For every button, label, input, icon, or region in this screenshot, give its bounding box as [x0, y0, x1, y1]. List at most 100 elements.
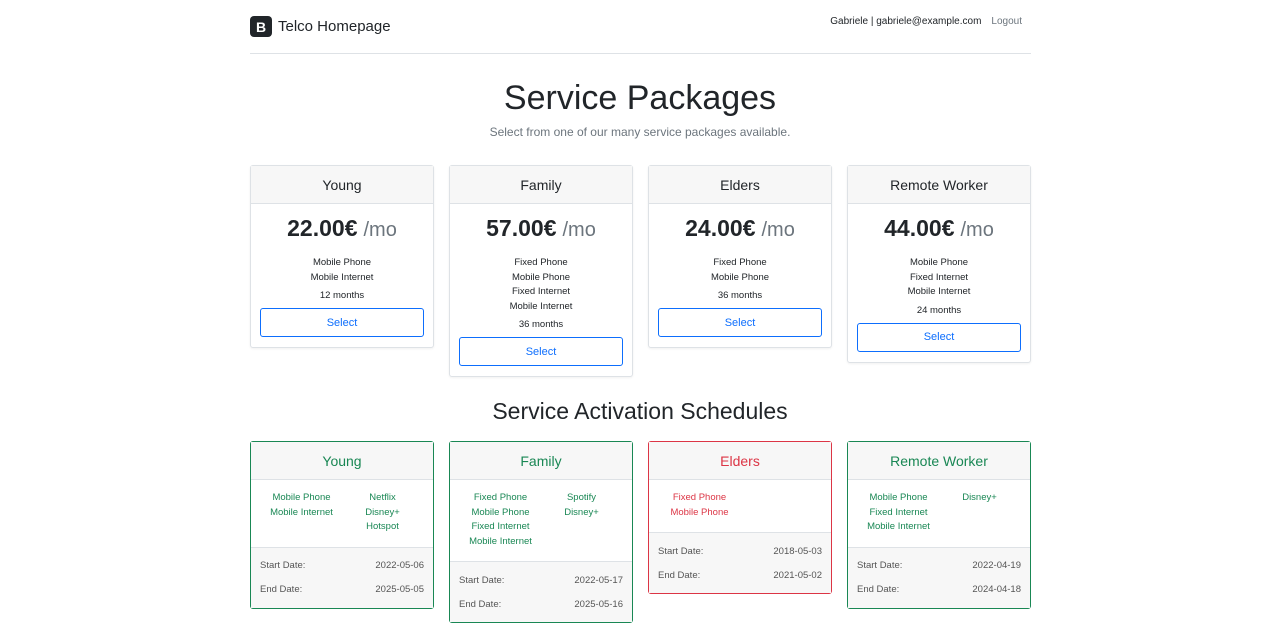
end-date-label: End Date: [658, 569, 701, 581]
schedule-dates: Start Date: 2022-04-19 End Date: 2024-04-1… [848, 546, 1030, 608]
page-subtitle: Select from one of our many service pack… [489, 125, 791, 139]
package-duration: 36 months [717, 290, 763, 302]
service-item: Fixed Phone [473, 492, 528, 503]
select-button[interactable]: Select [857, 322, 1021, 352]
package-services: Fixed Phone Mobile Phone [658, 256, 822, 285]
addon-item: Netflix [369, 492, 396, 503]
schedule-services: Fixed Phone Mobile Phone Fixed Internet … [460, 491, 541, 549]
start-date-label: Start Date: [658, 545, 704, 557]
service-item: Fixed Internet [511, 286, 571, 298]
start-date-value: 2018-05-03 [773, 545, 822, 557]
schedule-name: Family [450, 442, 632, 480]
price-period: /mo [761, 219, 795, 241]
service-item: Fixed Phone [713, 257, 767, 268]
service-item: Mobile Phone [312, 257, 372, 268]
end-date-label: End Date: [260, 584, 303, 596]
start-date-value: 2022-04-19 [972, 560, 1021, 572]
bootstrap-logo-icon: B [250, 16, 272, 37]
schedule-card-family: Family Fixed Phone Mobile Phone Fixed In… [449, 441, 633, 624]
package-services: Mobile Phone Mobile Internet [260, 256, 424, 285]
package-duration: 24 months [916, 304, 962, 316]
end-date-value: 2024-04-18 [972, 584, 1021, 596]
select-button[interactable]: Select [459, 337, 623, 367]
service-item: Mobile Internet [867, 521, 930, 533]
schedule-name: Young [251, 442, 433, 480]
package-name: Family [450, 166, 632, 204]
end-date-value: 2025-05-05 [375, 584, 424, 596]
schedule-services: Mobile Phone Fixed Internet Mobile Inter… [858, 491, 939, 535]
service-item: Mobile Phone [670, 506, 729, 518]
package-card-remote-worker: Remote Worker 44.00€ /mo Mobile Phone Fi… [847, 165, 1031, 363]
end-date-value: 2021-05-02 [773, 569, 822, 581]
start-date-label: Start Date: [857, 560, 903, 572]
end-date-value: 2025-05-16 [574, 598, 623, 610]
package-duration: 36 months [518, 319, 564, 331]
schedule-services: Fixed Phone Mobile Phone [659, 491, 740, 520]
navbar: B Telco Homepage Gabriele | gabriele@exa… [250, 0, 1031, 54]
service-item: Mobile Internet [469, 535, 532, 547]
package-price: 57.00€ [486, 215, 557, 241]
schedule-card-young: Young Mobile Phone Mobile Internet Netfl… [250, 441, 434, 609]
schedules-title: Service Activation Schedules [492, 398, 788, 424]
package-name: Young [251, 166, 433, 204]
package-price: 24.00€ [685, 215, 756, 241]
service-item: Mobile Phone [272, 492, 331, 503]
package-duration: 12 months [319, 290, 365, 302]
addon-item: Disney+ [564, 506, 599, 518]
schedule-dates: Start Date: 2022-05-17 End Date: 2025-05-1… [450, 561, 632, 623]
end-date-label: End Date: [459, 598, 502, 610]
service-item: Mobile Internet [310, 271, 374, 283]
addon-item: Disney+ [962, 492, 997, 503]
start-date-value: 2022-05-17 [574, 574, 623, 586]
service-item: Mobile Internet [509, 300, 573, 312]
user-area: Gabriele | gabriele@example.com Logout [830, 16, 1022, 27]
start-date-label: Start Date: [459, 574, 505, 586]
service-item: Mobile Phone [471, 506, 530, 518]
service-item: Mobile Phone [710, 271, 770, 283]
service-item: Fixed Internet [909, 271, 969, 283]
schedule-addons: Spotify Disney+ [541, 491, 622, 549]
package-card-elders: Elders 24.00€ /mo Fixed Phone Mobile Pho… [648, 165, 832, 349]
package-card-young: Young 22.00€ /mo Mobile Phone Mobile Int… [250, 165, 434, 349]
package-price: 44.00€ [884, 215, 955, 241]
service-item: Mobile Internet [907, 286, 971, 298]
schedule-addons: Disney+ [939, 491, 1020, 535]
start-date-label: Start Date: [260, 560, 306, 572]
service-item: Mobile Internet [270, 506, 333, 518]
schedule-name: Remote Worker [848, 442, 1030, 480]
package-services: Fixed Phone Mobile Phone Fixed Internet … [459, 256, 623, 314]
brand-link[interactable]: B Telco Homepage [250, 16, 391, 37]
schedule-name: Elders [649, 442, 831, 480]
addon-item: Hotspot [366, 521, 399, 533]
schedule-dates: Start Date: 2018-05-03 End Date: 2021-05-0… [649, 532, 831, 594]
addon-item: Disney+ [365, 506, 400, 518]
package-price: 22.00€ [287, 215, 358, 241]
schedule-addons [740, 491, 821, 520]
price-period: /mo [960, 219, 994, 241]
schedule-card-elders: Elders Fixed Phone Mobile Phone Start Da… [648, 441, 832, 595]
price-period: /mo [363, 219, 397, 241]
select-button[interactable]: Select [658, 308, 822, 338]
package-name: Remote Worker [848, 166, 1030, 204]
page-title: Service Packages [503, 79, 777, 117]
package-services: Mobile Phone Fixed Internet Mobile Inter… [857, 256, 1021, 300]
schedule-card-remote-worker: Remote Worker Mobile Phone Fixed Interne… [847, 441, 1031, 609]
package-name: Elders [649, 166, 831, 204]
price-period: /mo [562, 219, 596, 241]
user-info: Gabriele | gabriele@example.com [830, 16, 982, 27]
service-item: Fixed Phone [514, 257, 568, 268]
start-date-value: 2022-05-06 [375, 560, 424, 572]
schedule-addons: Netflix Disney+ Hotspot [342, 491, 423, 535]
schedule-services: Mobile Phone Mobile Internet [261, 491, 342, 535]
service-item: Mobile Phone [511, 271, 571, 283]
logout-link[interactable]: Logout [991, 16, 1022, 27]
end-date-label: End Date: [857, 584, 900, 596]
service-item: Mobile Phone [909, 257, 969, 268]
service-item: Fixed Phone [672, 492, 727, 503]
service-item: Fixed Internet [869, 506, 928, 518]
brand-name: Telco Homepage [278, 18, 391, 35]
select-button[interactable]: Select [260, 308, 424, 338]
package-card-family: Family 57.00€ /mo Fixed Phone Mobile Pho… [449, 165, 633, 378]
service-item: Fixed Internet [471, 521, 530, 533]
schedule-dates: Start Date: 2022-05-06 End Date: 2025-05-0… [251, 546, 433, 608]
